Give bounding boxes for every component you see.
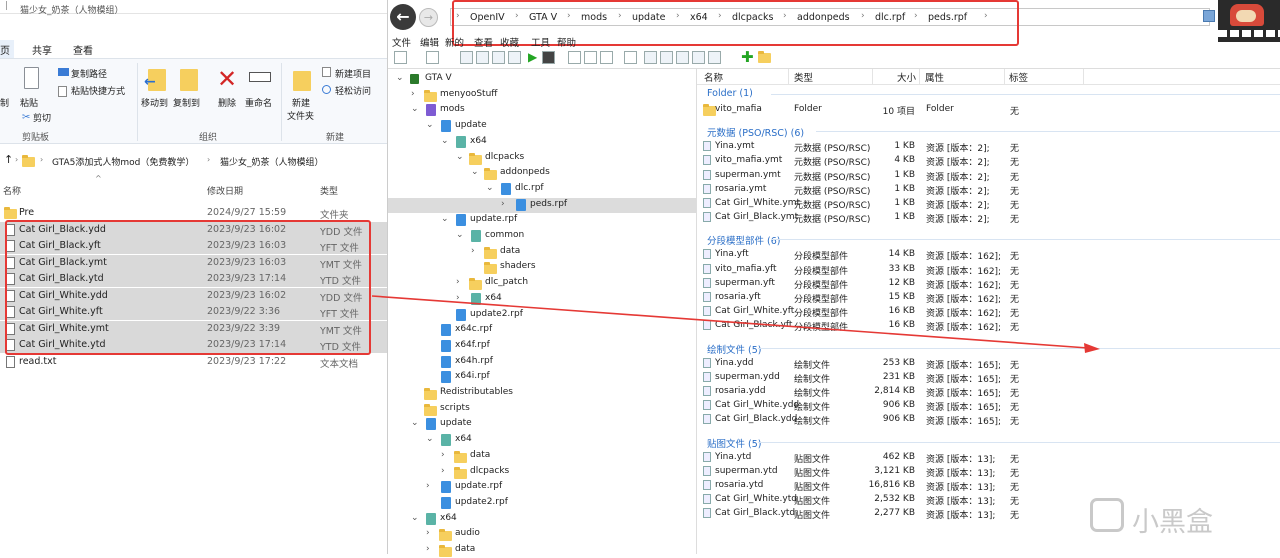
arrow-line — [371, 295, 1089, 349]
arrow-head — [1084, 343, 1100, 353]
annotation-arrow — [371, 295, 1100, 353]
watermark-logo-icon — [1090, 498, 1124, 532]
watermark-text: 小黑盒 — [1132, 507, 1213, 538]
